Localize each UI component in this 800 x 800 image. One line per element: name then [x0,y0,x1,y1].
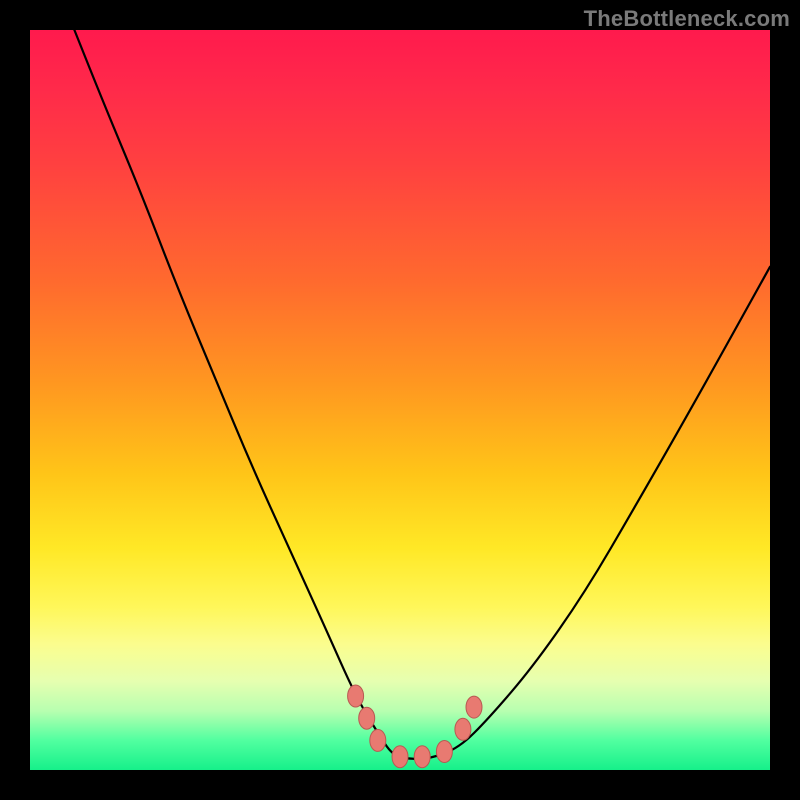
curve-marker [392,746,408,768]
curve-marker [359,707,375,729]
markers-group [348,685,482,768]
curve-marker [348,685,364,707]
curve-marker [466,696,482,718]
chart-svg [30,30,770,770]
bottleneck-curve [74,30,770,759]
curve-marker [414,746,430,768]
plot-area [30,30,770,770]
watermark-text: TheBottleneck.com [584,6,790,32]
curve-marker [455,718,471,740]
chart-frame: TheBottleneck.com [0,0,800,800]
curve-marker [436,741,452,763]
curve-marker [370,729,386,751]
